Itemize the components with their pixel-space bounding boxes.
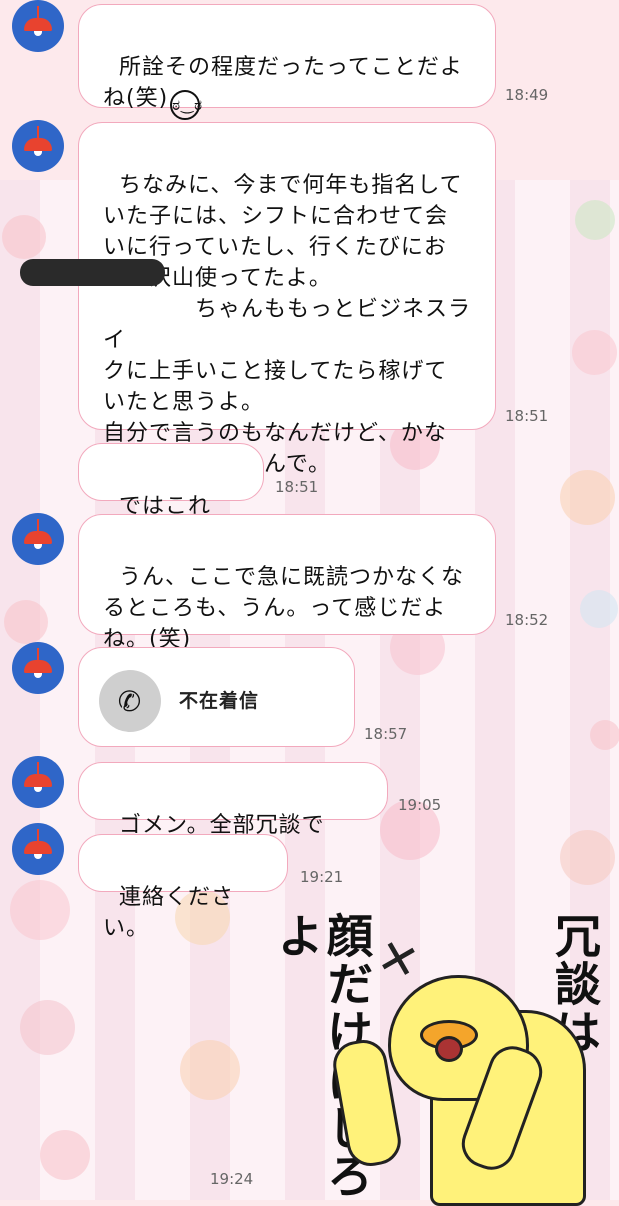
message-text: 所詮その程度だったってことだよ ね(笑): [103, 55, 463, 111]
message-bubble[interactable]: ゴメン。全部冗談です。: [78, 762, 388, 869]
message-text: ちなみに、今まで何年も指名して いた子には、シフトに合わせて会 いに行っていたし…: [103, 173, 472, 477]
missed-call-label: 不在着信: [179, 690, 260, 712]
message-time: 18:51: [505, 407, 549, 425]
avatar[interactable]: [12, 823, 64, 875]
message-time: 18:52: [505, 611, 549, 629]
phone-icon: ✆: [99, 670, 161, 732]
message-time: 19:24: [210, 1170, 254, 1188]
avatar[interactable]: [12, 0, 64, 52]
missed-call-bubble[interactable]: ✆ 不在着信: [78, 647, 355, 747]
avatar[interactable]: [12, 756, 64, 808]
message-time: 19:21: [300, 868, 344, 886]
message-bubble[interactable]: うん、ここで急に既読つかなくな るところも、うん。って感じだよ ね。(笑): [78, 514, 496, 652]
message-time: 18:57: [364, 725, 408, 743]
avatar[interactable]: [12, 642, 64, 694]
chick-mouth: [435, 1036, 463, 1062]
avatar[interactable]: [12, 120, 64, 172]
message-bubble[interactable]: ではこれで。: [78, 443, 264, 550]
message-bubble[interactable]: 所詮その程度だったってことだよ ね(笑) ಠ‿ಠ: [78, 4, 496, 120]
message-time: 19:05: [398, 796, 442, 814]
cross-mark-icon: ✕: [371, 927, 425, 993]
message-bubble[interactable]: 連絡ください。: [78, 834, 288, 941]
redacted-name: [20, 259, 165, 286]
message-time: 18:51: [275, 478, 319, 496]
smiley-emoji-icon: ಠ‿ಠ: [170, 90, 202, 120]
message-time: 18:49: [505, 86, 549, 104]
avatar[interactable]: [12, 513, 64, 565]
